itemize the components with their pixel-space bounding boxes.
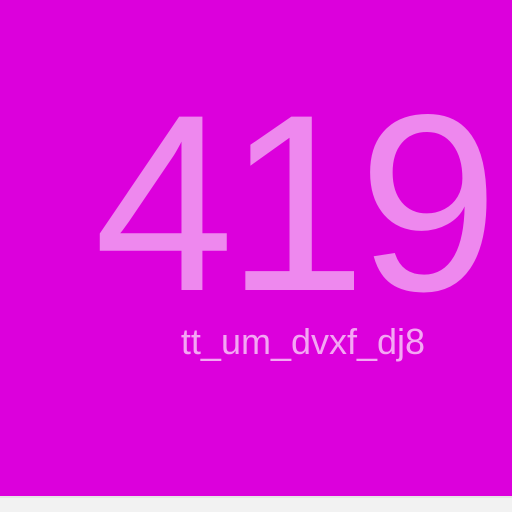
bottom-bar (0, 496, 512, 512)
value-display: 419 (94, 63, 498, 344)
display-screen: 419 tt_um_dvxf_dj8 (0, 0, 512, 496)
design-label: tt_um_dvxf_dj8 (180, 321, 426, 362)
